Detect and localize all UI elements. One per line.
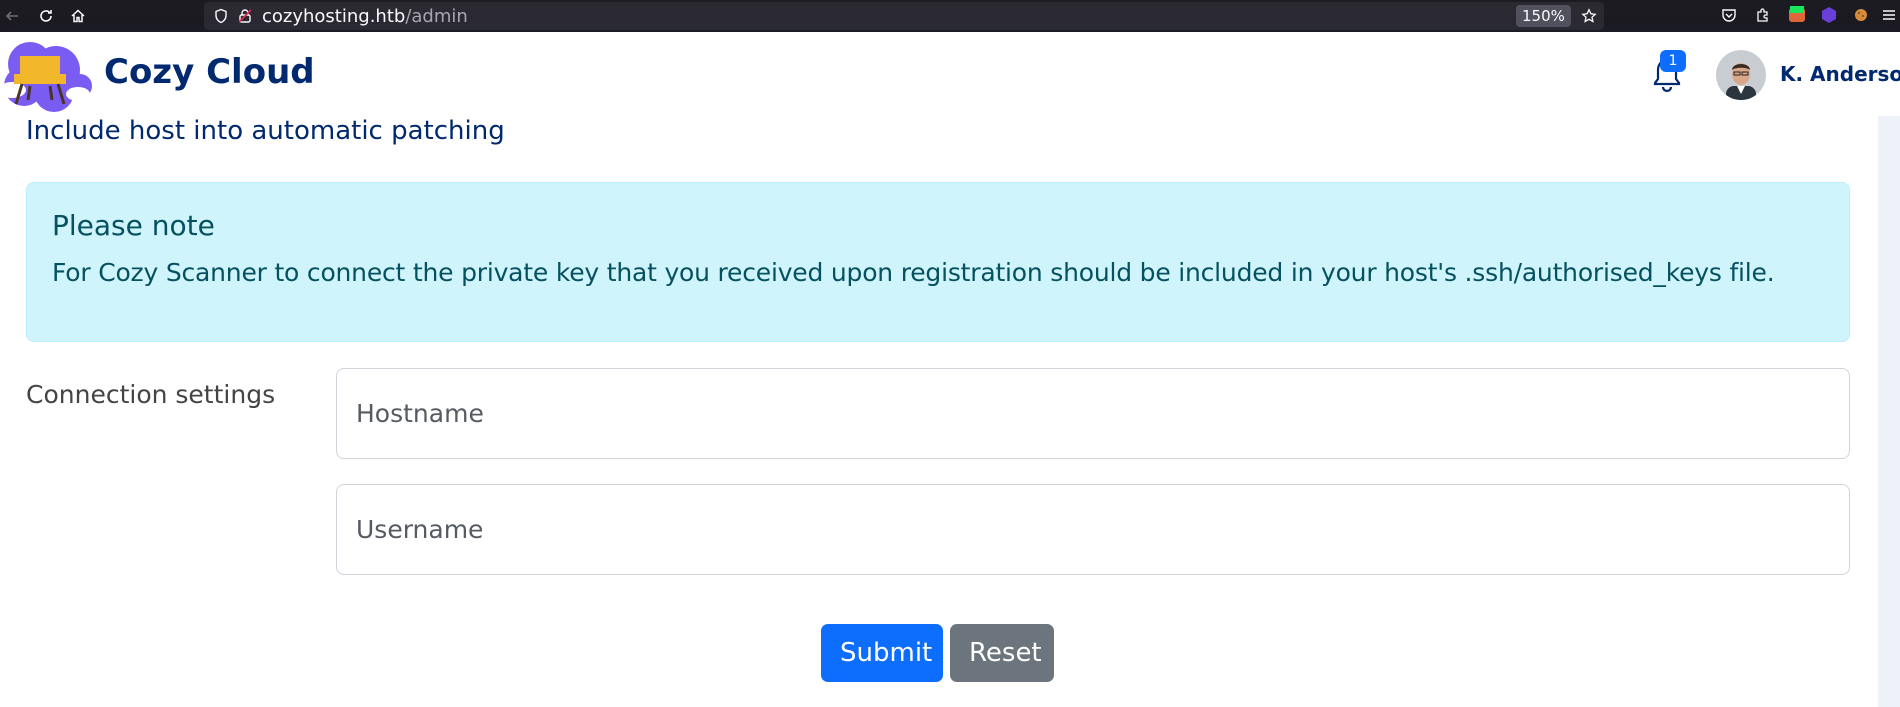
url-bar[interactable]: cozyhosting.htb/admin 150%	[204, 2, 1604, 30]
lock-icon[interactable]	[236, 7, 254, 25]
submit-button[interactable]: Submit	[821, 624, 943, 682]
zoom-level-badge[interactable]: 150%	[1516, 5, 1571, 27]
username-input[interactable]	[336, 484, 1850, 575]
notification-badge: 1	[1660, 50, 1686, 72]
extensions-icon[interactable]	[1752, 4, 1774, 26]
reset-button[interactable]: Reset	[950, 624, 1054, 682]
scrollbar-track[interactable]	[1878, 116, 1900, 707]
alert-heading: Please note	[52, 209, 215, 242]
hostname-input[interactable]	[336, 368, 1850, 459]
reload-icon[interactable]	[34, 4, 58, 28]
info-alert: Please note For Cozy Scanner to connect …	[26, 182, 1850, 342]
extension-badge-icon[interactable]	[1818, 4, 1840, 26]
browser-toolbar: cozyhosting.htb/admin 150%	[0, 0, 1900, 32]
back-arrow-icon[interactable]	[0, 4, 24, 28]
profile-name[interactable]: K. Anderson	[1780, 62, 1900, 86]
url-path: /admin	[405, 6, 468, 27]
url-text: cozyhosting.htb/admin	[262, 6, 468, 27]
brand-name[interactable]: Cozy Cloud	[104, 52, 315, 92]
cozy-cloud-logo[interactable]	[0, 34, 92, 114]
alert-text: For Cozy Scanner to connect the private …	[52, 258, 1775, 287]
cookie-icon[interactable]	[1850, 4, 1872, 26]
burp-extension-icon[interactable]	[1786, 4, 1808, 26]
connection-settings-label: Connection settings	[26, 380, 276, 409]
patching-card: Include host into automatic patching Ple…	[0, 116, 1878, 707]
menu-icon[interactable]	[1878, 4, 1900, 26]
shield-icon[interactable]	[212, 7, 230, 25]
home-icon[interactable]	[66, 4, 90, 28]
url-host: cozyhosting.htb	[262, 6, 406, 27]
app-header: Cozy Cloud 1 K. Anderson	[0, 32, 1900, 116]
star-icon[interactable]	[1580, 7, 1598, 25]
section-title: Include host into automatic patching	[26, 116, 505, 146]
avatar[interactable]	[1716, 50, 1766, 100]
pocket-icon[interactable]	[1718, 4, 1740, 26]
